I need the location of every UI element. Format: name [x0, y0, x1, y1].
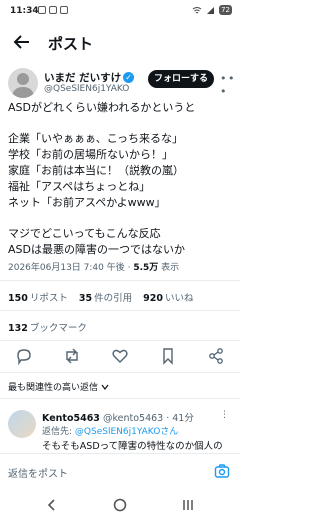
reposts-stat[interactable]: 150 リポスト	[8, 293, 68, 304]
divider	[0, 372, 240, 373]
camera-icon[interactable]	[214, 463, 230, 479]
status-time: 11:34	[10, 6, 39, 16]
reply-input[interactable]: 返信をポスト	[8, 465, 68, 480]
author-name-row[interactable]: いまだ だいすけ ✓	[44, 70, 135, 85]
verified-badge-icon: ✓	[123, 72, 135, 83]
notification-icon	[49, 6, 57, 14]
more-icon[interactable]: • • •	[220, 72, 240, 98]
nav-back-icon[interactable]	[44, 497, 60, 513]
reply-author-name[interactable]: Kento5463	[42, 413, 100, 424]
system-icons: 72	[192, 5, 232, 15]
notification-icons	[38, 6, 68, 14]
back-arrow-icon[interactable]	[10, 30, 34, 54]
tweet-datetime: 2026年06月13日 7:40 午後	[8, 263, 125, 273]
top-bar: ポスト	[0, 28, 240, 60]
tweet-line: ASDがどれくらい嫌われるかというと	[8, 101, 196, 114]
divider	[0, 340, 240, 341]
reply-icon[interactable]	[14, 346, 34, 366]
reply-header: Kento5463 @kento5463 · 41分	[42, 413, 194, 424]
action-bar	[0, 344, 240, 370]
views-count: 5.5万	[133, 263, 159, 273]
author-name[interactable]: いまだ だいすけ	[44, 70, 121, 85]
status-bar: 11:34 72	[0, 0, 240, 24]
wifi-icon	[192, 6, 202, 13]
tweet-meta: 2026年06月13日 7:40 午後 · 5.5万 表示	[8, 263, 180, 273]
replies-sort-label: 最も関連性の高い返信	[8, 383, 99, 393]
likes-stat[interactable]: 920 いいね	[143, 293, 193, 304]
reply-to-handle[interactable]: @QSeSlEN6j1YAKOさん	[75, 427, 178, 437]
author-handle[interactable]: @QSeSlEN6j1YAKO	[44, 84, 129, 94]
reply-author-handle[interactable]: @kento5463	[103, 413, 163, 424]
author-avatar[interactable]	[8, 68, 38, 98]
divider	[0, 398, 240, 399]
engagement-stats: 150 リポスト 35 件の引用 920 いいね	[8, 290, 202, 304]
system-nav-bar	[0, 490, 240, 520]
reply-to-line: 返信先: @QSeSlEN6j1YAKOさん	[42, 427, 179, 437]
views-label: 表示	[161, 263, 180, 273]
notification-icon	[60, 6, 68, 14]
share-icon[interactable]	[206, 346, 226, 366]
tweet-line: 企業「いやぁぁぁ、こっち来るな」	[8, 132, 184, 145]
replies-sort-dropdown[interactable]: 最も関連性の高い返信	[8, 380, 109, 393]
quotes-stat[interactable]: 35 件の引用	[79, 293, 132, 304]
divider	[0, 280, 240, 281]
reply-text: そもそもASDって障害の特性なのか個人の	[42, 441, 223, 450]
bookmarks-stat[interactable]: 132 ブックマーク	[8, 320, 87, 334]
tweet-line: ASDは最悪の障害の一つではないか	[8, 243, 185, 256]
nav-home-icon[interactable]	[112, 497, 128, 513]
notification-icon	[38, 6, 46, 14]
tweet-line: 家庭「お前は本当に！（説教の嵐）	[8, 164, 184, 177]
reply-more-icon[interactable]: ⋮	[220, 410, 229, 420]
reply-avatar[interactable]	[8, 410, 36, 438]
tweet-line: 学校「お前の居場所ないから！」	[8, 148, 173, 161]
repost-icon[interactable]	[62, 346, 82, 366]
nav-recents-icon[interactable]	[180, 497, 196, 513]
reply-time: 41分	[172, 413, 194, 424]
battery-icon: 72	[219, 5, 232, 15]
chevron-down-icon	[101, 384, 109, 390]
signal-icon	[207, 6, 215, 14]
reply-composer[interactable]: 返信をポスト	[0, 453, 240, 490]
tweet-line: ネット「お前アスペかよwww」	[8, 196, 166, 209]
divider	[0, 310, 240, 311]
tweet-line: マジでどこいってもこんな反応	[8, 227, 161, 240]
tweet-line: 福祉「アスペはちょっとね」	[8, 180, 151, 193]
like-icon[interactable]	[110, 346, 130, 366]
page-title: ポスト	[48, 35, 94, 53]
bookmark-icon[interactable]	[158, 346, 178, 366]
follow-button[interactable]: フォローする	[148, 70, 214, 88]
